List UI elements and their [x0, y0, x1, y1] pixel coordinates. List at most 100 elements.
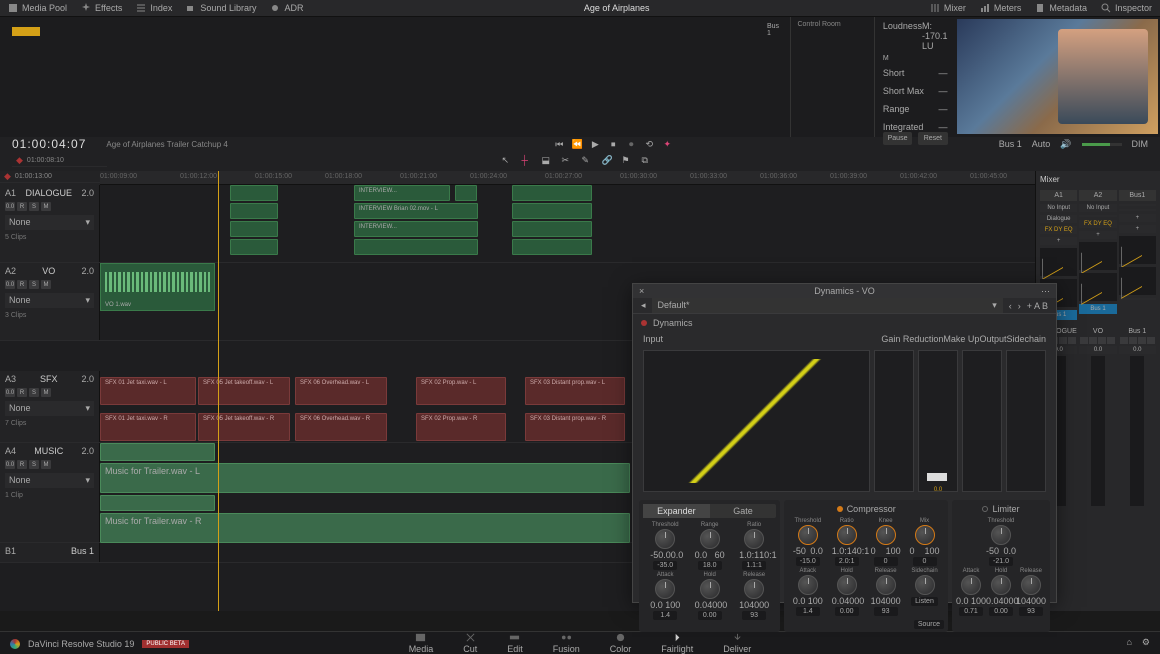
- snap-icon[interactable]: ⧉: [642, 155, 654, 167]
- audio-clip[interactable]: SFX 03 Distant prop.wav - R: [525, 413, 625, 441]
- attack-knob[interactable]: [655, 579, 675, 599]
- expander-tab[interactable]: Expander: [643, 504, 710, 518]
- ratio-knob[interactable]: [837, 525, 857, 545]
- settings-gear-icon[interactable]: ⚙: [1142, 637, 1150, 648]
- audio-clip[interactable]: [512, 185, 592, 201]
- playhead[interactable]: [218, 171, 219, 611]
- range-knob[interactable]: [700, 529, 720, 549]
- limiter-enable-icon[interactable]: [982, 506, 988, 512]
- track-header-b1[interactable]: B1Bus 1: [0, 543, 100, 562]
- attack-knob[interactable]: [798, 575, 818, 595]
- audio-clip[interactable]: INTERVIEW...: [354, 221, 478, 237]
- mute-button[interactable]: M: [41, 202, 51, 211]
- close-icon[interactable]: ×: [639, 286, 644, 296]
- sidechain-knob[interactable]: [915, 575, 935, 595]
- stop-button[interactable]: ⏹: [608, 139, 618, 149]
- automation-button[interactable]: ✦: [662, 139, 672, 149]
- audio-clip[interactable]: SFX 05 Jet takeoff.wav - L: [198, 377, 290, 405]
- audio-clip[interactable]: [100, 495, 215, 511]
- makeup-gain-slider[interactable]: 0.0: [918, 350, 958, 492]
- preset-select[interactable]: Default*▾: [652, 298, 1003, 313]
- next-preset-icon[interactable]: ›: [1018, 301, 1021, 311]
- timeline-name[interactable]: Age of Airplanes Trailer Catchup 4: [106, 140, 227, 149]
- metadata-tab[interactable]: Metadata: [1035, 3, 1087, 13]
- media-pool-tab[interactable]: Media Pool: [8, 3, 67, 13]
- track-header-a3[interactable]: A3SFX2.0 0.0RSM None▾ 7 Clips: [0, 371, 100, 442]
- audio-clip[interactable]: INTERVIEW...: [354, 185, 450, 201]
- rewind-button[interactable]: ⏪: [572, 139, 582, 149]
- page-media[interactable]: Media: [409, 632, 434, 654]
- release-knob[interactable]: [876, 575, 896, 595]
- loop-button[interactable]: ⟲: [644, 139, 654, 149]
- pointer-tool-icon[interactable]: ↖: [502, 155, 514, 167]
- timeline-overview[interactable]: [0, 17, 761, 137]
- audio-clip[interactable]: [455, 185, 477, 201]
- options-icon[interactable]: ⋯: [1041, 286, 1050, 297]
- bypass-indicator-icon[interactable]: [641, 320, 647, 326]
- chevron-left-icon[interactable]: ◂: [641, 300, 646, 311]
- channel-fader[interactable]: [1130, 356, 1144, 506]
- threshold-knob[interactable]: [655, 529, 675, 549]
- range-tool-icon[interactable]: ┼: [522, 155, 534, 167]
- audio-clip[interactable]: [512, 203, 592, 219]
- timeline-ruler[interactable]: 01:00:09:00 01:00:12:00 01:00:15:00 01:0…: [100, 171, 1035, 185]
- audio-clip[interactable]: [512, 221, 592, 237]
- timecode-display[interactable]: 01:00:04:07: [12, 137, 86, 151]
- loudness-pause-button[interactable]: Pause: [883, 132, 912, 145]
- home-icon[interactable]: ⌂: [1126, 637, 1131, 648]
- monitor-volume-slider[interactable]: [1082, 143, 1122, 146]
- release-knob[interactable]: [1021, 575, 1041, 595]
- page-cut[interactable]: Cut: [463, 632, 477, 654]
- audio-clip[interactable]: [230, 239, 278, 255]
- audio-clip[interactable]: SFX 06 Overhead.wav - R: [295, 413, 387, 441]
- audio-clip[interactable]: [354, 239, 478, 255]
- gate-tab[interactable]: Gate: [710, 504, 777, 518]
- prev-preset-icon[interactable]: ‹: [1009, 301, 1012, 311]
- track-header-a4[interactable]: A4MUSIC2.0 0.0RSM None▾ 1 Clip: [0, 443, 100, 542]
- mix-knob[interactable]: [915, 525, 935, 545]
- ratio-knob[interactable]: [744, 529, 764, 549]
- marker-tool-icon[interactable]: ⬓: [542, 155, 554, 167]
- threshold-knob[interactable]: [798, 525, 818, 545]
- audio-clip[interactable]: [230, 221, 278, 237]
- link-tool-icon[interactable]: 🔗: [602, 155, 614, 167]
- dynamics-thumb[interactable]: [1040, 248, 1077, 276]
- attack-knob[interactable]: [961, 575, 981, 595]
- audio-clip[interactable]: VO 1.wav: [100, 263, 215, 311]
- threshold-knob[interactable]: [991, 525, 1011, 545]
- compressor-enable-icon[interactable]: [837, 506, 843, 512]
- effects-tab[interactable]: Effects: [81, 3, 122, 13]
- dynamics-window[interactable]: × Dynamics - VO ⋯ ◂ Default*▾ ‹ › + A B …: [632, 283, 1057, 603]
- audio-clip[interactable]: [230, 185, 278, 201]
- audio-clip[interactable]: SFX 06 Overhead.wav - L: [295, 377, 387, 405]
- pencil-tool-icon[interactable]: ✎: [582, 155, 594, 167]
- speaker-icon[interactable]: 🔊: [1060, 139, 1071, 150]
- video-preview[interactable]: [957, 19, 1158, 134]
- record-button[interactable]: ⏺: [626, 139, 636, 149]
- resolve-logo-icon[interactable]: [10, 639, 20, 649]
- hold-knob[interactable]: [991, 575, 1011, 595]
- dynamics-transfer-curve[interactable]: [643, 350, 870, 492]
- index-tab[interactable]: Index: [136, 3, 172, 13]
- audio-clip[interactable]: [100, 443, 215, 461]
- release-knob[interactable]: [744, 579, 764, 599]
- dim-button[interactable]: DIM: [1132, 139, 1149, 149]
- loudness-reset-button[interactable]: Reset: [918, 132, 947, 145]
- adr-tab[interactable]: ADR: [270, 3, 303, 13]
- audio-clip[interactable]: SFX 02 Prop.wav - L: [416, 377, 506, 405]
- track-header-a2[interactable]: A2VO2.0 0.0RSM None▾ 3 Clips: [0, 263, 100, 340]
- dynamics-titlebar[interactable]: × Dynamics - VO ⋯: [633, 284, 1056, 298]
- audio-clip[interactable]: INTERVIEW Brian 02.mov - L: [354, 203, 478, 219]
- audio-clip[interactable]: SFX 05 Jet takeoff.wav - R: [198, 413, 290, 441]
- audio-clip[interactable]: SFX 01 Jet taxi.wav - R: [100, 413, 196, 441]
- page-fusion[interactable]: Fusion: [553, 632, 580, 654]
- channel-fader[interactable]: [1091, 356, 1105, 506]
- hold-knob[interactable]: [837, 575, 857, 595]
- record-arm-button[interactable]: R: [17, 202, 27, 211]
- audio-clip[interactable]: SFX 01 Jet taxi.wav - L: [100, 377, 196, 405]
- flag-tool-icon[interactable]: ⚑: [622, 155, 634, 167]
- audio-clip[interactable]: SFX 02 Prop.wav - R: [416, 413, 506, 441]
- page-edit[interactable]: Edit: [507, 632, 523, 654]
- razor-tool-icon[interactable]: ✂: [562, 155, 574, 167]
- hold-knob[interactable]: [700, 579, 720, 599]
